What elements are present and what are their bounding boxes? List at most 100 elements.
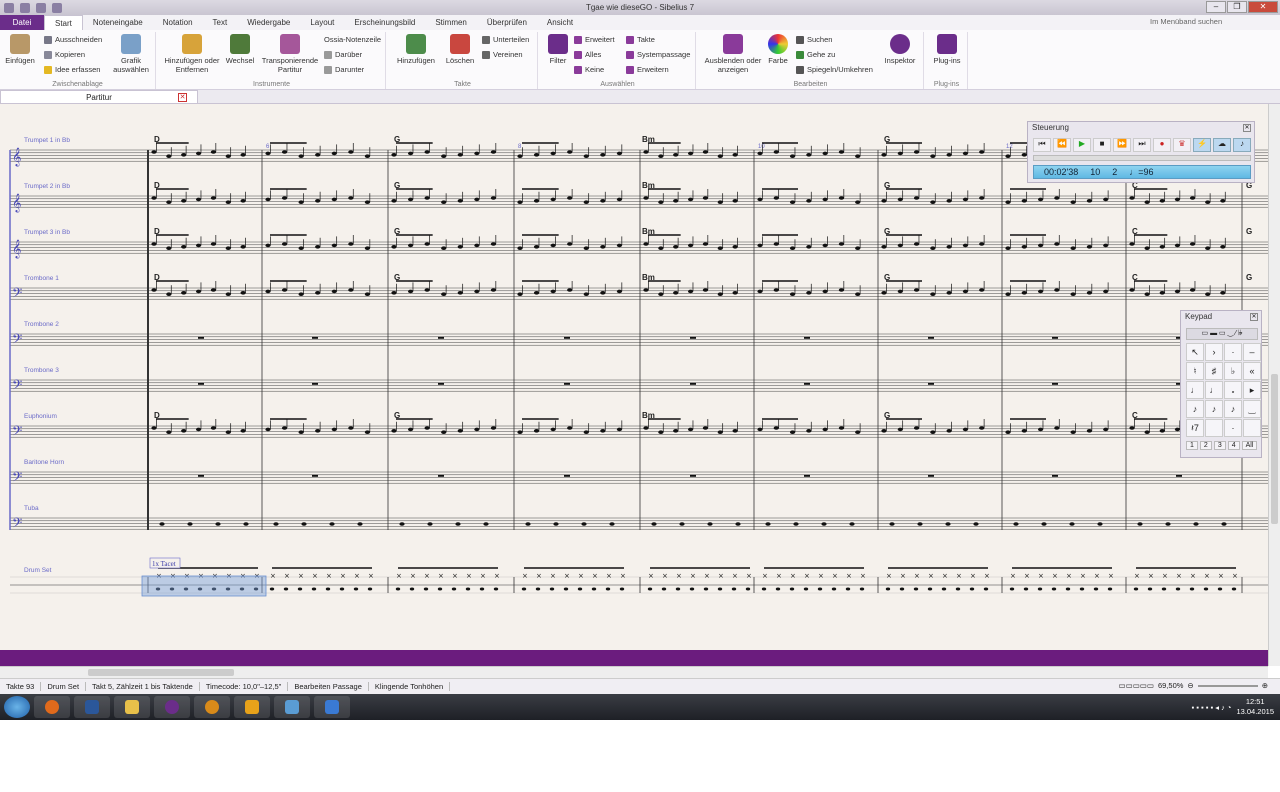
tab-start[interactable]: Start <box>44 15 83 30</box>
cloud-icon[interactable]: ☁ <box>1213 138 1231 152</box>
close-keypad-icon[interactable]: ✕ <box>1250 313 1258 321</box>
farbe-button[interactable]: Farbe <box>764 34 792 65</box>
vertical-scrollbar[interactable] <box>1268 104 1280 666</box>
keypad-key[interactable]: ♭ <box>1224 362 1242 380</box>
keypad-voice-tab[interactable]: 4 <box>1227 441 1240 450</box>
grafik-button[interactable]: Grafik auswählen <box>108 34 154 74</box>
tab-wiedergabe[interactable]: Wiedergabe <box>237 15 300 30</box>
taskbar-sibelius[interactable] <box>154 696 190 718</box>
keypad-key[interactable] <box>1205 419 1223 437</box>
keypad-key[interactable]: ♮ <box>1186 362 1204 380</box>
keypad-key[interactable]: 𝅗 <box>1224 381 1242 399</box>
alles-button[interactable]: Alles <box>574 50 601 59</box>
takt-hinzufuegen-button[interactable]: Hinzufügen <box>394 34 438 65</box>
keypad-key[interactable]: · <box>1224 343 1242 361</box>
keypad-key[interactable]: ♪ <box>1224 400 1242 418</box>
play-icon[interactable]: ▶ <box>1073 138 1091 152</box>
keypad-key[interactable]: ▸ <box>1243 381 1261 399</box>
keypad-voice-tab[interactable]: All <box>1241 441 1258 450</box>
darueber-button[interactable]: Darüber <box>324 50 362 59</box>
forward-end-icon[interactable]: ⏭ <box>1133 138 1151 152</box>
plugins-button[interactable]: Plug-ins <box>928 34 966 65</box>
keypad-key[interactable]: 𝄽7 <box>1186 419 1204 437</box>
taskbar-app-s[interactable] <box>314 696 350 718</box>
erweitert-button[interactable]: Erweitert <box>574 35 615 44</box>
flash-icon[interactable]: ⚡ <box>1193 138 1211 152</box>
keypad-voice-tab[interactable]: 2 <box>1199 441 1212 450</box>
start-button[interactable] <box>4 696 30 718</box>
vertical-scroll-thumb[interactable] <box>1271 374 1278 524</box>
stop-icon[interactable]: ■ <box>1093 138 1111 152</box>
view-icons[interactable]: ▭▭▭▭▭ <box>1119 681 1154 690</box>
keypad-voice-tab[interactable]: 1 <box>1186 441 1198 450</box>
kopieren-button[interactable]: Kopieren <box>44 50 85 59</box>
keypad-key[interactable]: · <box>1224 419 1242 437</box>
live-playback-icon[interactable]: ♛ <box>1173 138 1191 152</box>
horizontal-scrollbar[interactable] <box>0 666 1268 678</box>
wechsel-button[interactable]: Wechsel <box>222 34 258 65</box>
close-button[interactable]: ✕ <box>1248 1 1278 13</box>
zoom-out-icon[interactable]: ⊖ <box>1187 681 1193 690</box>
keypad-key[interactable]: ↖ <box>1186 343 1204 361</box>
tab-text[interactable]: Text <box>203 15 238 30</box>
keypad-key[interactable]: ‿ <box>1243 400 1261 418</box>
suchen-button[interactable]: Suchen <box>796 35 832 44</box>
zoom-slider[interactable] <box>1197 684 1258 687</box>
keypad-layout-selector[interactable]: ▭ ▬ ▭ ‿ ⁄ 𝄫 <box>1186 328 1258 340</box>
horizontal-scroll-thumb[interactable] <box>88 669 234 676</box>
keypad-key[interactable]: ♯ <box>1205 362 1223 380</box>
rewind-start-icon[interactable]: ⏮ <box>1033 138 1051 152</box>
keypad-key[interactable]: ♪ <box>1205 400 1223 418</box>
inspektor-button[interactable]: Inspektor <box>878 34 922 65</box>
fast-forward-icon[interactable]: ⏩ <box>1113 138 1131 152</box>
spiegeln-button[interactable]: Spiegeln/Umkehren <box>796 65 873 74</box>
keypad-key[interactable]: ♩ <box>1205 381 1223 399</box>
filter-button[interactable]: Filter <box>544 34 572 65</box>
zoom-in-icon[interactable]: ⊕ <box>1262 681 1268 690</box>
taskbar-explorer[interactable] <box>114 696 150 718</box>
timeline-slider[interactable] <box>1033 155 1251 161</box>
einfuegen-button[interactable]: Einfügen <box>4 34 36 65</box>
darunter-button[interactable]: Darunter <box>324 65 364 74</box>
erweitern-button[interactable]: Erweitern <box>626 65 669 74</box>
tab-ueberpruefen[interactable]: Überprüfen <box>477 15 537 30</box>
transponierende-button[interactable]: Transponierende Partitur <box>258 34 322 74</box>
takt-loeschen-button[interactable]: Löschen <box>440 34 480 65</box>
keypad-key[interactable]: « <box>1243 362 1261 380</box>
ausschneiden-button[interactable]: Ausschneiden <box>44 35 102 44</box>
takte-select-button[interactable]: Takte <box>626 35 655 44</box>
score-view[interactable]: Trumpet 1 in Bb Trumpet 2 in Bb Trumpet 3 … <box>0 104 1268 650</box>
tray-icons[interactable]: ▪ ▪ ▪ ▪ ▪ ◂ ♪ ◔ <box>1192 703 1232 712</box>
rewind-icon[interactable]: ⏪ <box>1053 138 1071 152</box>
minimize-button[interactable]: – <box>1206 1 1226 13</box>
keypad-voice-tab[interactable]: 3 <box>1213 441 1226 450</box>
keypad-key[interactable]: › <box>1205 343 1223 361</box>
record-icon[interactable]: ● <box>1153 138 1171 152</box>
tab-notation[interactable]: Notation <box>153 15 203 30</box>
hinzufuegen-entfernen-button[interactable]: Hinzufügen oder Entfernen <box>162 34 222 74</box>
taskbar-app-f[interactable] <box>194 696 230 718</box>
tab-layout[interactable]: Layout <box>300 15 344 30</box>
tab-stimmen[interactable]: Stimmen <box>425 15 477 30</box>
keypad-key[interactable] <box>1243 419 1261 437</box>
tab-datei[interactable]: Datei <box>0 15 44 30</box>
metronome-icon[interactable]: ♪ <box>1233 138 1251 152</box>
taskbar-media[interactable] <box>234 696 270 718</box>
unterteilen-button[interactable]: Unterteilen <box>482 35 529 44</box>
tab-partitur[interactable]: Partitur ✕ <box>0 90 198 104</box>
tab-erscheinungsbild[interactable]: Erscheinungsbild <box>344 15 425 30</box>
systempassage-button[interactable]: Systempassage <box>626 50 690 59</box>
taskbar-network[interactable] <box>274 696 310 718</box>
keine-button[interactable]: Keine <box>574 65 604 74</box>
keypad-key[interactable]: – <box>1243 343 1261 361</box>
tab-noteneingabe[interactable]: Noteneingabe <box>83 15 153 30</box>
close-transport-icon[interactable]: ✕ <box>1243 124 1251 132</box>
maximize-button[interactable]: ❐ <box>1227 1 1247 13</box>
vereinen-button[interactable]: Vereinen <box>482 50 523 59</box>
clock[interactable]: 12:51 13.04.2015 <box>1236 697 1274 717</box>
keypad-key[interactable]: ♩ <box>1186 381 1204 399</box>
keypad-key[interactable]: ♪ <box>1186 400 1204 418</box>
tab-ansicht[interactable]: Ansicht <box>537 15 583 30</box>
idee-button[interactable]: Idee erfassen <box>44 65 100 74</box>
taskbar-word[interactable] <box>74 696 110 718</box>
